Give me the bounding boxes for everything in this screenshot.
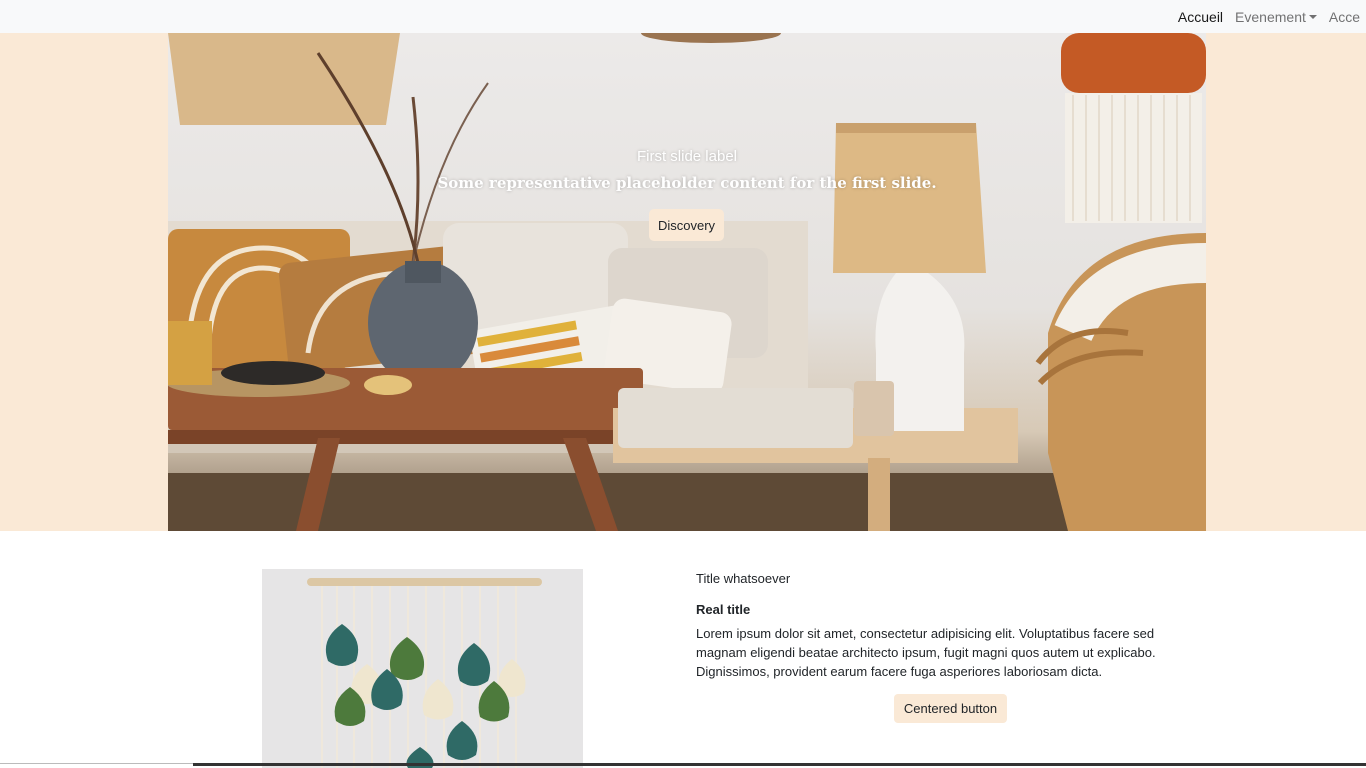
discovery-button[interactable]: Discovery (649, 209, 724, 241)
nav-links: Accueil Evenement Acce (1172, 0, 1366, 33)
hero-section: First slide label Some representative pl… (0, 33, 1366, 531)
feature-body: Lorem ipsum dolor sit amet, consectetur … (696, 626, 1156, 679)
bottom-divider-left (0, 763, 193, 764)
carousel-caption: First slide label Some representative pl… (168, 148, 1206, 192)
nav-link-evenement-label: Evenement (1235, 8, 1306, 25)
feature-text: Title whatsoever Real title Lorem ipsum … (696, 571, 1206, 681)
nav-link-evenement[interactable]: Evenement (1229, 9, 1323, 25)
feature-title: Real title (696, 602, 751, 617)
centered-button[interactable]: Centered button (894, 694, 1007, 723)
living-room-image (168, 33, 1206, 531)
macrame-image (262, 569, 583, 768)
caret-down-icon (1308, 14, 1317, 19)
slide-title: First slide label (636, 148, 738, 165)
bottom-divider (193, 763, 1366, 766)
nav-link-acce[interactable]: Acce (1323, 9, 1366, 25)
feature-subtitle: Title whatsoever (696, 571, 791, 586)
navbar: Accueil Evenement Acce (0, 0, 1366, 33)
slide-text: Some representative placeholder content … (437, 174, 937, 192)
nav-link-accueil[interactable]: Accueil (1172, 9, 1229, 25)
carousel: First slide label Some representative pl… (168, 33, 1206, 531)
macrame-illustration (262, 569, 583, 768)
